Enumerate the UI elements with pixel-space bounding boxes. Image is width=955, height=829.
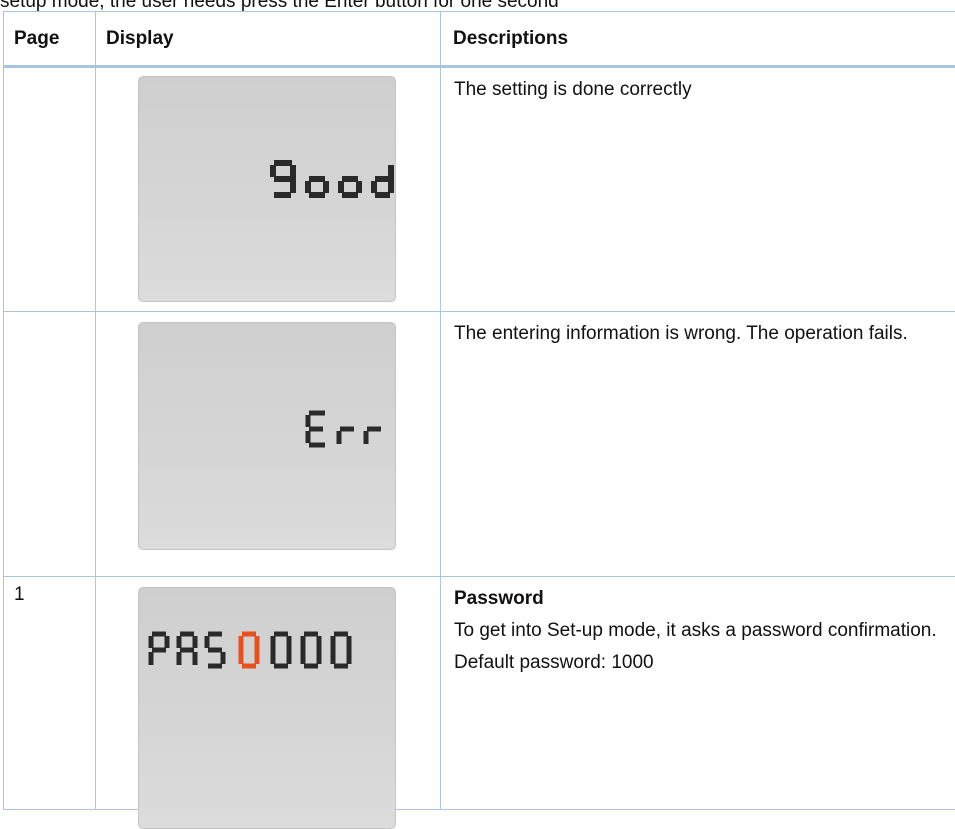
lcd-display-password bbox=[138, 587, 396, 829]
description-title: Password bbox=[454, 583, 955, 615]
table-header-row: Page Display Descriptions bbox=[4, 12, 955, 67]
header-descriptions: Descriptions bbox=[441, 12, 955, 67]
header-page: Page bbox=[4, 12, 96, 67]
display-cell bbox=[96, 67, 441, 312]
lcd-good-digits bbox=[139, 77, 395, 301]
description-cell: The entering information is wrong. The o… bbox=[441, 312, 955, 577]
table-row: 1 bbox=[4, 577, 955, 810]
settings-table: Page Display Descriptions bbox=[3, 11, 955, 810]
lcd-password-digits bbox=[139, 588, 395, 828]
header-display: Display bbox=[96, 12, 441, 67]
table-row: The setting is done correctly bbox=[4, 67, 955, 312]
display-cell bbox=[96, 312, 441, 577]
description-cell: Password To get into Set-up mode, it ask… bbox=[441, 577, 955, 810]
table-row: The entering information is wrong. The o… bbox=[4, 312, 955, 577]
page-cell bbox=[4, 67, 96, 312]
display-cell bbox=[96, 577, 441, 810]
page-cell bbox=[4, 312, 96, 577]
description-cell: The setting is done correctly bbox=[441, 67, 955, 312]
description-line: To get into Set-up mode, it asks a passw… bbox=[454, 615, 955, 647]
lcd-display-good bbox=[138, 76, 396, 302]
lcd-err-digits bbox=[139, 323, 395, 549]
description-line: Default password: 1000 bbox=[454, 647, 955, 679]
lcd-display-err bbox=[138, 322, 396, 550]
description-line: The setting is done correctly bbox=[454, 74, 955, 106]
description-line: The entering information is wrong. The o… bbox=[454, 318, 955, 350]
page-cell: 1 bbox=[4, 577, 96, 810]
